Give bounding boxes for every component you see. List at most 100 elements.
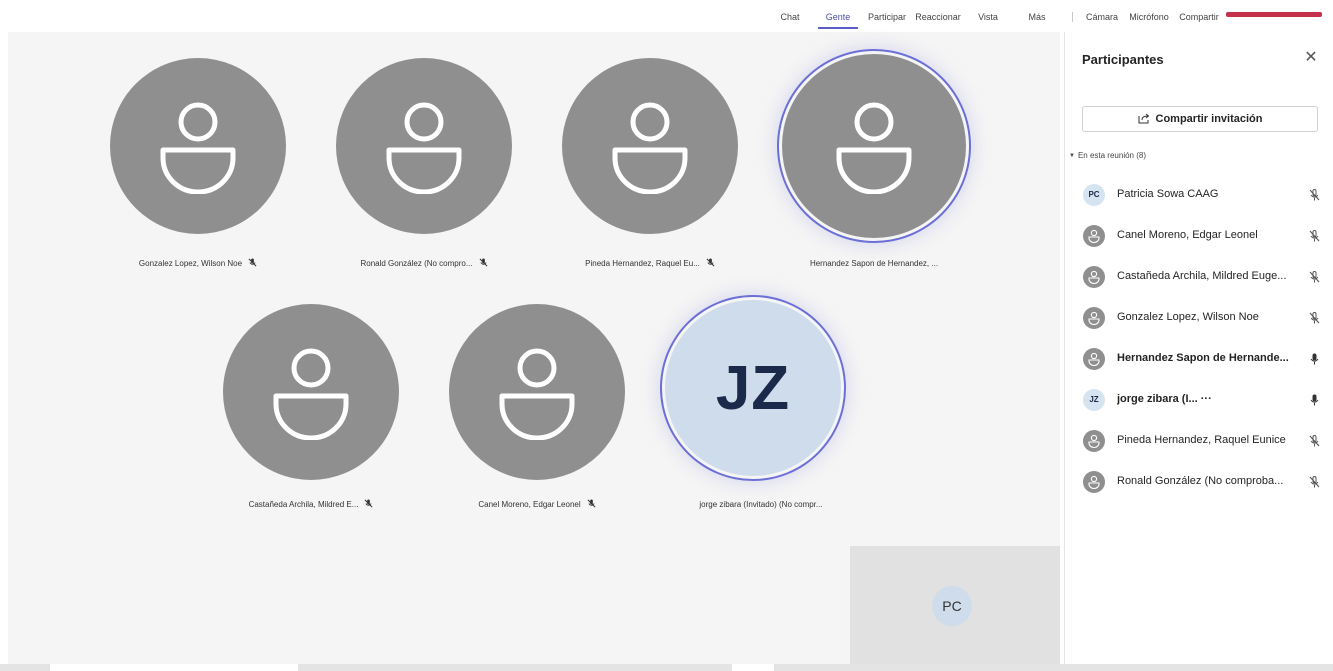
avatar	[336, 58, 512, 234]
bottom-strip	[0, 664, 1333, 671]
mic-off-icon	[706, 258, 715, 267]
tile-name: Canel Moreno, Edgar Leonel	[422, 498, 652, 512]
participant-name: Canel Moreno, Edgar Leonel	[1117, 229, 1258, 241]
mic-icon[interactable]	[1309, 394, 1320, 406]
avatar	[1083, 225, 1105, 247]
person-icon	[1088, 229, 1100, 243]
participant-row[interactable]: Ronald González (No comproba...	[1075, 466, 1327, 496]
participant-name: Ronald González (No comproba...	[1117, 475, 1284, 487]
meeting-stage: Gonzalez Lopez, Wilson Noe Ronald Gonzál…	[8, 32, 1060, 664]
mic-off-icon	[587, 499, 596, 508]
participant-name: Pineda Hernandez, Raquel Eunice	[1117, 434, 1286, 446]
person-icon	[386, 102, 462, 194]
mic-off-icon[interactable]	[1309, 189, 1320, 201]
avatar	[110, 58, 286, 234]
participant-name: jorge zibara (I... ···	[1117, 393, 1212, 405]
mic-off-icon[interactable]	[1309, 476, 1320, 488]
tile-name: Hernandez Sapon de Hernandez, ...	[809, 259, 939, 268]
tile-name: Gonzalez Lopez, Wilson Noe	[83, 257, 313, 271]
avatar: JZ	[665, 300, 841, 476]
person-icon	[273, 348, 349, 440]
taskbar-segment	[50, 664, 298, 671]
participant-row[interactable]: Gonzalez Lopez, Wilson Noe	[1075, 302, 1327, 332]
avatar: JZ	[1083, 389, 1105, 411]
toolbar-raise-hand-button[interactable]: Participar	[864, 6, 910, 28]
self-view[interactable]: PC	[850, 546, 1060, 664]
avatar-initials: JZ	[715, 353, 791, 423]
mic-off-icon[interactable]	[1309, 230, 1320, 242]
participant-row[interactable]: Hernandez Sapon de Hernande...	[1075, 343, 1327, 373]
toolbar-camera-button[interactable]: Cámara	[1082, 6, 1122, 28]
person-icon	[1088, 475, 1100, 489]
toolbar-view-button[interactable]: Vista	[970, 6, 1006, 28]
participant-row[interactable]: Castañeda Archila, Mildred Euge...	[1075, 261, 1327, 291]
chevron-down-icon: ▼	[1069, 153, 1075, 159]
tile-name: Pineda Hernandez, Raquel Eu...	[535, 257, 765, 271]
avatar	[782, 54, 966, 238]
person-icon	[836, 102, 912, 194]
tile-name: Castañeda Archila, Mildred E...	[196, 498, 426, 512]
mic-off-icon	[248, 258, 257, 267]
avatar	[1083, 430, 1105, 452]
participant-tile[interactable]: Ronald González (No compro...	[309, 58, 539, 284]
participant-tile[interactable]: Castañeda Archila, Mildred E...	[196, 304, 426, 522]
participant-tile[interactable]: Canel Moreno, Edgar Leonel	[422, 304, 652, 522]
mic-off-icon	[479, 258, 487, 267]
avatar: PC	[1083, 184, 1105, 206]
participant-name: Castañeda Archila, Mildred Euge...	[1117, 270, 1287, 282]
tile-name: jorge zibara (Invitado) (No compr...	[699, 500, 823, 509]
in-meeting-section-toggle[interactable]: ▼ En esta reunión (8)	[1069, 151, 1146, 160]
toolbar-microphone-button[interactable]: Micrófono	[1126, 6, 1172, 28]
toolbar-people-button[interactable]: Gente	[818, 6, 858, 28]
mic-off-icon[interactable]	[1309, 271, 1320, 283]
avatar	[1083, 266, 1105, 288]
panel-title: Participantes	[1082, 52, 1164, 67]
share-invite-button[interactable]: Compartir invitación	[1082, 106, 1318, 132]
tile-name-text: Castañeda Archila, Mildred E...	[248, 500, 359, 509]
toolbar-react-button[interactable]: Reaccionar	[912, 6, 964, 28]
participant-tile[interactable]: Gonzalez Lopez, Wilson Noe	[83, 58, 313, 284]
toolbar-more-button[interactable]: Más	[1022, 6, 1052, 28]
participant-row[interactable]: Pineda Hernandez, Raquel Eunice	[1075, 425, 1327, 455]
toolbar-share-button[interactable]: Compartir	[1176, 6, 1222, 28]
participant-row[interactable]: Canel Moreno, Edgar Leonel	[1075, 220, 1327, 250]
section-label: En esta reunión (8)	[1077, 151, 1146, 160]
avatar	[223, 304, 399, 480]
tile-name: Ronald González (No compro...	[309, 257, 539, 271]
person-icon	[1088, 434, 1100, 448]
toolbar-chat-button[interactable]: Chat	[770, 6, 810, 28]
share-icon	[1138, 113, 1149, 124]
share-invite-label: Compartir invitación	[1155, 113, 1263, 125]
avatar	[449, 304, 625, 480]
participant-row[interactable]: JZ jorge zibara (I... ···	[1075, 384, 1327, 414]
participant-tile[interactable]: Pineda Hernandez, Raquel Eu...	[535, 58, 765, 284]
participant-name: Patricia Sowa CAAG	[1117, 188, 1219, 200]
taskbar-segment	[732, 664, 774, 671]
mic-off-icon[interactable]	[1309, 312, 1320, 324]
avatar	[1083, 307, 1105, 329]
tile-name-text: Ronald González (No compro...	[360, 259, 473, 268]
person-icon	[612, 102, 688, 194]
participants-panel: Participantes ✕ Compartir invitación ▼ En…	[1064, 32, 1333, 664]
person-icon	[1088, 352, 1100, 366]
active-tab-underline	[818, 27, 858, 29]
person-icon	[1088, 311, 1100, 325]
mic-icon[interactable]	[1309, 353, 1320, 365]
participant-tile[interactable]: Hernandez Sapon de Hernandez, ...	[759, 54, 989, 284]
person-icon	[499, 348, 575, 440]
tile-name-text: Gonzalez Lopez, Wilson Noe	[138, 259, 243, 268]
leave-button[interactable]	[1226, 12, 1322, 17]
participant-name: Hernandez Sapon de Hernande...	[1117, 352, 1289, 364]
self-avatar: PC	[932, 586, 972, 626]
person-icon	[160, 102, 236, 194]
tile-name-text: Canel Moreno, Edgar Leonel	[478, 500, 581, 509]
tile-name-text: Pineda Hernandez, Raquel Eu...	[585, 259, 700, 268]
avatar	[1083, 471, 1105, 493]
person-icon	[1088, 270, 1100, 284]
mic-off-icon	[364, 499, 373, 508]
participant-tile[interactable]: JZ jorge zibara (Invitado) (No compr...	[646, 300, 876, 522]
meeting-toolbar: Chat Gente Participar Reaccionar Vista M…	[0, 0, 1333, 32]
close-icon[interactable]: ✕	[1302, 49, 1320, 67]
participant-row[interactable]: PC Patricia Sowa CAAG	[1075, 179, 1327, 209]
mic-off-icon[interactable]	[1309, 435, 1320, 447]
